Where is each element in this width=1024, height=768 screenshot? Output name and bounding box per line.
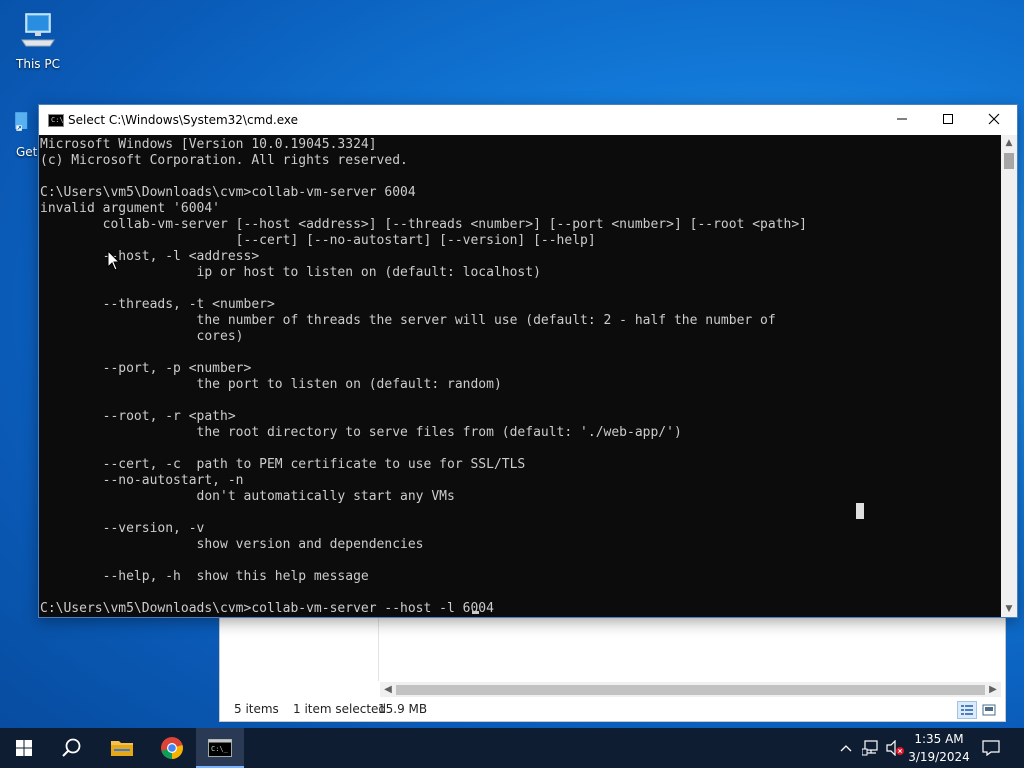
clock[interactable]: 1:35 AM 3/19/2024 bbox=[900, 730, 978, 766]
console-line: invalid argument '6004' bbox=[40, 201, 221, 216]
scroll-right-icon[interactable]: ▶ bbox=[985, 682, 1001, 698]
desktop-icon-get[interactable]: Get bbox=[0, 106, 40, 159]
console-line: the port to listen on (default: random) bbox=[40, 377, 502, 392]
console-line: --port, -p <number> bbox=[40, 361, 252, 376]
chrome-icon bbox=[161, 737, 183, 759]
title-bar[interactable]: C:\ Select C:\Windows\System32\cmd.exe bbox=[39, 105, 1017, 135]
windows-logo-icon bbox=[16, 740, 32, 756]
status-size: 15.9 MB bbox=[378, 702, 428, 716]
console-line: --root, -r <path> bbox=[40, 409, 236, 424]
vertical-scrollbar[interactable]: ▲ ▼ bbox=[1001, 135, 1017, 617]
details-view-icon bbox=[961, 705, 973, 715]
console-line: --no-autostart, -n bbox=[40, 473, 244, 488]
console-line: --cert, -c path to PEM certificate to us… bbox=[40, 457, 526, 472]
console-output[interactable]: Microsoft Windows [Version 10.0.19045.33… bbox=[39, 135, 1001, 617]
console-line: --host, -l <address> bbox=[40, 249, 260, 264]
scroll-left-icon[interactable]: ◀ bbox=[380, 682, 396, 698]
desktop-icon-label: Get bbox=[16, 145, 38, 159]
selection-block-cursor bbox=[856, 503, 864, 519]
minimize-button[interactable] bbox=[879, 105, 925, 135]
console-line: the number of threads the server will us… bbox=[40, 313, 776, 328]
search-icon bbox=[62, 738, 81, 757]
text-cursor bbox=[472, 611, 479, 614]
status-selected: 1 item selected bbox=[293, 702, 387, 716]
mouse-pointer-icon bbox=[107, 250, 121, 271]
console-line: [--cert] [--no-autostart] [--version] [-… bbox=[40, 233, 596, 248]
shortcut-icon bbox=[15, 112, 28, 131]
network-tray-button[interactable] bbox=[860, 728, 882, 768]
command-prompt-button[interactable]: C:\_ bbox=[196, 728, 244, 768]
cmd-icon: C:\_ bbox=[208, 739, 232, 757]
console-line: show version and dependencies bbox=[40, 537, 424, 552]
clock-date: 3/19/2024 bbox=[908, 750, 970, 764]
folder-icon bbox=[111, 741, 133, 756]
scroll-down-icon[interactable]: ▼ bbox=[1001, 601, 1017, 617]
chevron-up-icon bbox=[840, 745, 852, 752]
console-line: cores) bbox=[40, 329, 244, 344]
svg-text:C:\_: C:\_ bbox=[211, 745, 229, 753]
window-title: Select C:\Windows\System32\cmd.exe bbox=[68, 113, 298, 127]
large-icons-view-icon bbox=[982, 704, 996, 716]
clock-time: 1:35 AM bbox=[914, 732, 964, 746]
desktop-icon-this-pc[interactable]: This PC bbox=[8, 10, 68, 71]
maximize-button[interactable] bbox=[925, 105, 971, 135]
close-button[interactable] bbox=[971, 105, 1017, 135]
start-button[interactable] bbox=[0, 728, 48, 768]
show-hidden-icons-button[interactable] bbox=[836, 728, 856, 768]
search-button[interactable] bbox=[48, 728, 96, 768]
scroll-up-icon[interactable]: ▲ bbox=[1001, 135, 1017, 151]
scrollbar-thumb[interactable] bbox=[396, 685, 985, 695]
maximize-icon bbox=[943, 114, 953, 124]
horizontal-scrollbar[interactable]: ◀ ▶ bbox=[380, 682, 1001, 698]
console-line: --version, -v bbox=[40, 521, 205, 536]
file-explorer-button[interactable] bbox=[98, 728, 146, 768]
desktop-icon-label: This PC bbox=[16, 57, 60, 71]
taskbar: C:\_ 1:35 AM 3/19/2024 bbox=[0, 728, 1024, 768]
scrollbar-thumb[interactable] bbox=[1004, 153, 1014, 169]
console-line: (c) Microsoft Corporation. All rights re… bbox=[40, 153, 408, 168]
console-line: --threads, -t <number> bbox=[40, 297, 275, 312]
console-line: the root directory to serve files from (… bbox=[40, 425, 682, 440]
console-line: collab-vm-server [--host <address>] [--t… bbox=[40, 217, 808, 232]
status-bar: 5 items 1 item selected 15.9 MB bbox=[220, 697, 1005, 721]
console-line: --help, -h show this help message bbox=[40, 569, 369, 584]
details-view-button[interactable] bbox=[957, 701, 977, 719]
cmd-icon: C:\ bbox=[48, 114, 64, 127]
minimize-icon bbox=[897, 118, 907, 120]
chrome-button[interactable] bbox=[148, 728, 196, 768]
notification-icon bbox=[982, 740, 1000, 756]
console-line: Microsoft Windows [Version 10.0.19045.33… bbox=[40, 137, 377, 152]
action-center-button[interactable] bbox=[978, 728, 1004, 768]
console-line: C:\Users\vm5\Downloads\cvm>collab-vm-ser… bbox=[40, 601, 494, 616]
computer-icon bbox=[21, 13, 55, 47]
large-icons-view-button[interactable] bbox=[979, 701, 999, 719]
console-line: C:\Users\vm5\Downloads\cvm>collab-vm-ser… bbox=[40, 185, 416, 200]
close-icon bbox=[988, 113, 1000, 125]
status-item-count: 5 items bbox=[234, 702, 279, 716]
console-line: ip or host to listen on (default: localh… bbox=[40, 265, 541, 280]
cmd-window[interactable]: C:\ Select C:\Windows\System32\cmd.exe M… bbox=[38, 104, 1018, 618]
network-icon bbox=[862, 740, 878, 756]
